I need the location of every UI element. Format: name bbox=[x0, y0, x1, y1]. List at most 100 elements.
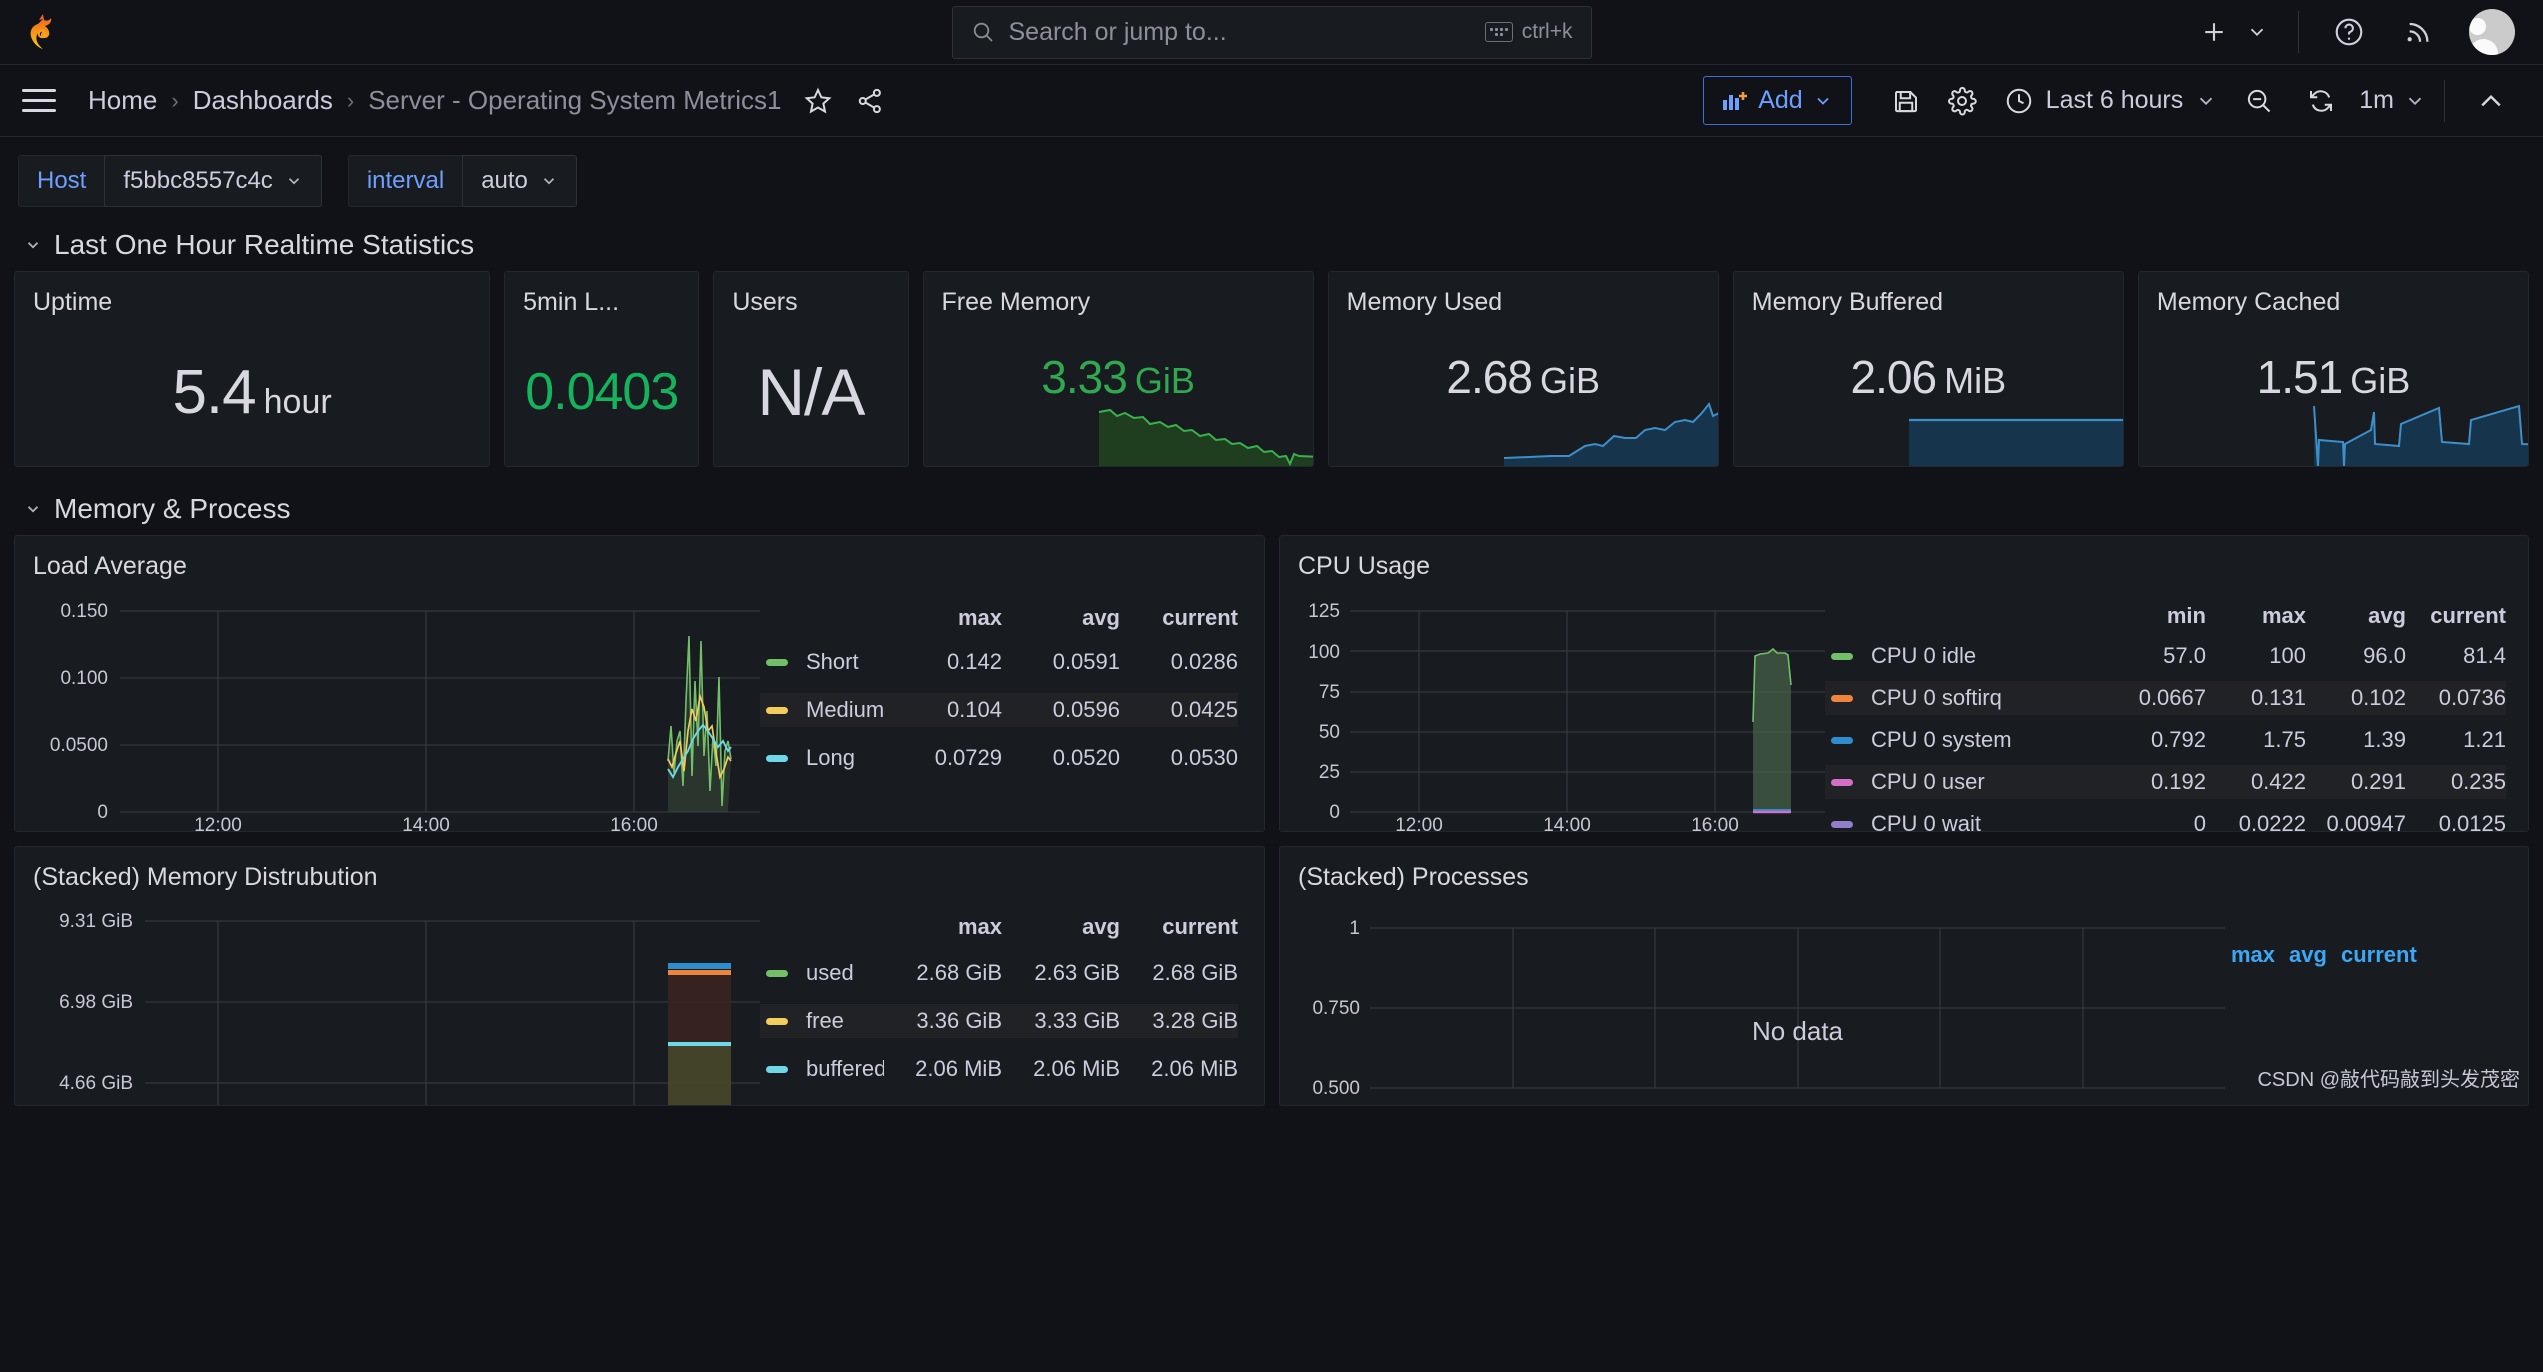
svg-text:16:00: 16:00 bbox=[610, 815, 658, 831]
panel-title: (Stacked) Memory Distrubution bbox=[33, 863, 378, 891]
stat-panel-memory-used[interactable]: Memory Used 2.68 GiB bbox=[1327, 271, 1719, 467]
legend-col-current[interactable]: current bbox=[1120, 914, 1238, 940]
legend-series-name: Long bbox=[806, 745, 855, 770]
legend-row[interactable]: buffered 2.06 MiB 2.06 MiB 2.06 MiB bbox=[760, 1052, 1238, 1086]
legend-value-current: 0.0530 bbox=[1170, 745, 1238, 770]
legend-col-avg[interactable]: avg bbox=[2289, 942, 2327, 968]
legend-col-max[interactable]: max bbox=[2231, 942, 2275, 968]
legend-col-current[interactable]: current bbox=[2406, 603, 2506, 629]
panel-processes[interactable]: (Stacked) Processes 1 0.750 0.500 No dat… bbox=[1279, 846, 2529, 1106]
no-data-message: No data bbox=[1751, 1016, 1844, 1046]
refresh-interval-label: 1m bbox=[2359, 86, 2394, 114]
add-panel-button[interactable]: Add bbox=[1703, 76, 1852, 125]
legend-col-max[interactable]: max bbox=[884, 914, 1002, 940]
time-range-picker[interactable]: Last 6 hours bbox=[1990, 78, 2232, 124]
legend-row[interactable]: Long 0.0729 0.0520 0.0530 bbox=[760, 741, 1238, 775]
collapse-toolbar-button[interactable] bbox=[2463, 73, 2519, 129]
legend-value-avg: 0.00947 bbox=[2326, 811, 2406, 832]
cpu-usage-legend: min max avg current CPU 0 idle 57.0 100 … bbox=[1825, 581, 2528, 832]
user-avatar-icon[interactable] bbox=[2469, 9, 2515, 55]
legend-col-avg[interactable]: avg bbox=[2306, 603, 2406, 629]
top-nav-actions bbox=[2194, 9, 2543, 55]
legend-col-min[interactable]: min bbox=[2106, 603, 2206, 629]
legend-col-current[interactable]: current bbox=[2341, 942, 2417, 968]
legend-value-current: 0.0286 bbox=[1170, 649, 1238, 674]
dashboard-settings-button[interactable] bbox=[1934, 73, 1990, 129]
zoom-out-icon bbox=[2244, 86, 2274, 116]
zoom-out-time-range-button[interactable] bbox=[2231, 73, 2287, 129]
breadcrumb-separator: › bbox=[171, 87, 179, 113]
chevron-down-icon bbox=[540, 172, 558, 190]
panel-memory-distribution[interactable]: (Stacked) Memory Distrubution 9.31 GiB 6… bbox=[14, 846, 1265, 1106]
legend-row[interactable]: CPU 0 softirq 0.0667 0.131 0.102 0.0736 bbox=[1825, 681, 2506, 715]
cpu-usage-plot[interactable]: 125 100 75 50 25 0 12:00 14:00 16:00 bbox=[1280, 581, 1825, 831]
legend-col-avg[interactable]: avg bbox=[1002, 914, 1120, 940]
legend-value-max: 0.0222 bbox=[2238, 811, 2306, 832]
chevron-down-icon[interactable] bbox=[2246, 12, 2268, 52]
stat-number: 2.06 bbox=[1850, 351, 1938, 403]
panel-load-average[interactable]: Load Average 0.150 0.100 0.0500 0 12:00 … bbox=[14, 535, 1265, 832]
legend-header: max avg current bbox=[2225, 942, 2502, 968]
memory-distribution-plot[interactable]: 9.31 GiB 6.98 GiB 4.66 GiB bbox=[15, 892, 760, 1105]
global-search-bar[interactable]: Search or jump to... ctrl+k bbox=[951, 5, 1592, 59]
legend-row[interactable]: Short 0.142 0.0591 0.0286 bbox=[760, 645, 1238, 679]
chevron-down-icon bbox=[2404, 90, 2426, 112]
stat-panel-users[interactable]: Users N/A bbox=[713, 271, 909, 467]
toolbar-right-actions: Add Last 6 hours 1m bbox=[1703, 73, 2519, 129]
load-average-plot[interactable]: 0.150 0.100 0.0500 0 12:00 14:00 16:00 bbox=[15, 581, 760, 831]
breadcrumb-item-dashboards[interactable]: Dashboards bbox=[193, 85, 333, 116]
search-icon bbox=[971, 20, 995, 44]
legend-row[interactable]: free 3.36 GiB 3.33 GiB 3.28 GiB bbox=[760, 1004, 1238, 1038]
stat-panel-uptime[interactable]: Uptime 5.4 hour bbox=[14, 271, 491, 467]
processes-plot[interactable]: 1 0.750 0.500 No data bbox=[1280, 892, 2225, 1105]
panel-title: Memory Used bbox=[1346, 288, 1503, 316]
legend-col-max[interactable]: max bbox=[2206, 603, 2306, 629]
legend-value-avg: 2.63 GiB bbox=[1034, 960, 1120, 985]
stat-panel-5min-load[interactable]: 5min L... 0.0403 bbox=[504, 271, 700, 467]
stat-unit: MiB bbox=[1944, 360, 2007, 401]
legend-value-min: 0.192 bbox=[2150, 769, 2206, 794]
stat-value: 5.4 hour bbox=[15, 357, 489, 428]
svg-text:14:00: 14:00 bbox=[1543, 815, 1591, 831]
stat-panel-memory-buffered[interactable]: Memory Buffered 2.06 MiB bbox=[1732, 271, 2124, 467]
legend-value-max: 2.68 GiB bbox=[916, 960, 1002, 985]
legend-row[interactable]: CPU 0 idle 57.0 100 96.0 81.4 bbox=[1825, 639, 2506, 673]
rss-icon[interactable] bbox=[2399, 12, 2439, 52]
stat-panel-free-memory[interactable]: Free Memory 3.33 GiB bbox=[922, 271, 1314, 467]
legend-series-name: Short bbox=[806, 649, 859, 674]
refresh-control[interactable]: 1m bbox=[2287, 73, 2426, 129]
row-header-memory-process[interactable]: Memory & Process bbox=[0, 481, 2543, 535]
save-dashboard-button[interactable] bbox=[1878, 73, 1934, 129]
row-title: Last One Hour Realtime Statistics bbox=[54, 229, 475, 260]
panel-cpu-usage[interactable]: CPU Usage 125 100 75 50 25 0 12:00 14:00… bbox=[1279, 535, 2529, 832]
variable-picker-host[interactable]: f5bbc8557c4c bbox=[104, 155, 322, 207]
hamburger-menu-icon[interactable] bbox=[22, 79, 66, 123]
refresh-cycle-icon[interactable] bbox=[2293, 73, 2349, 129]
row-header-realtime-statistics[interactable]: Last One Hour Realtime Statistics bbox=[0, 217, 2543, 271]
star-outline-icon[interactable] bbox=[803, 86, 833, 116]
grafana-logo-icon[interactable] bbox=[22, 11, 64, 53]
legend-row[interactable]: CPU 0 user 0.192 0.422 0.291 0.235 bbox=[1825, 765, 2506, 799]
legend-row[interactable]: CPU 0 wait 0 0.0222 0.00947 0.0125 bbox=[1825, 807, 2506, 832]
share-nodes-icon[interactable] bbox=[855, 86, 885, 116]
panel-title: Memory Cached bbox=[2156, 288, 2341, 316]
variable-picker-interval[interactable]: auto bbox=[462, 155, 577, 207]
legend-col-avg[interactable]: avg bbox=[1002, 605, 1120, 631]
legend-col-current[interactable]: current bbox=[1120, 605, 1238, 631]
legend-row[interactable]: Medium 0.104 0.0596 0.0425 bbox=[760, 693, 1238, 727]
stat-number: 3.33 bbox=[1041, 351, 1128, 403]
help-circle-icon[interactable] bbox=[2329, 12, 2369, 52]
legend-row[interactable]: CPU 0 system 0.792 1.75 1.39 1.21 bbox=[1825, 723, 2506, 757]
search-input-placeholder[interactable]: Search or jump to... bbox=[1009, 18, 1485, 47]
legend-value-avg: 3.33 GiB bbox=[1034, 1008, 1120, 1033]
legend-series-name: buffered bbox=[806, 1056, 884, 1081]
svg-text:12:00: 12:00 bbox=[194, 815, 242, 831]
sparkline-memory-cached bbox=[2139, 394, 2528, 466]
breadcrumb-item-home[interactable]: Home bbox=[88, 85, 157, 116]
nav-divider bbox=[2298, 11, 2299, 53]
legend-row[interactable]: used 2.68 GiB 2.63 GiB 2.68 GiB bbox=[760, 956, 1238, 990]
legend-series-name: CPU 0 softirq bbox=[1871, 685, 2002, 710]
legend-col-max[interactable]: max bbox=[884, 605, 1002, 631]
stat-panel-memory-cached[interactable]: Memory Cached 1.51 GiB bbox=[2137, 271, 2529, 467]
plus-icon[interactable] bbox=[2194, 12, 2234, 52]
